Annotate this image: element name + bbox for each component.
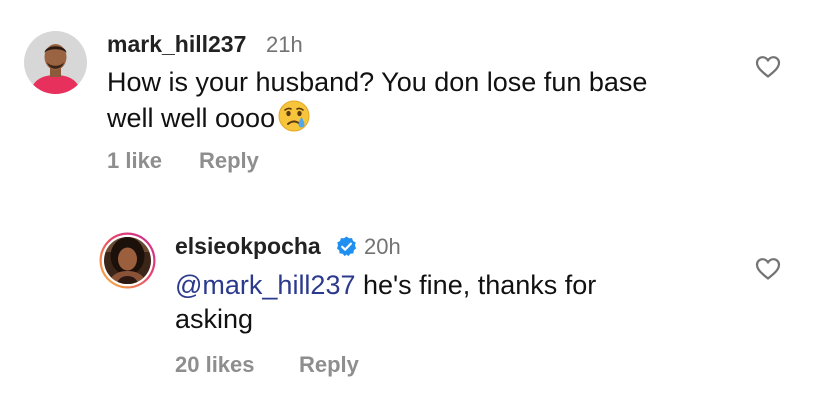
like-heart-icon[interactable] <box>755 257 781 286</box>
comment-text: @mark_hill237 he's fine, thanks for aski… <box>175 268 735 336</box>
verified-badge-icon <box>335 235 358 263</box>
comment-text: How is your husband? You don lose fun ba… <box>107 65 717 141</box>
reply-button[interactable]: Reply <box>199 148 259 174</box>
comment-timestamp: 21h <box>266 32 303 57</box>
avatar[interactable] <box>99 232 156 289</box>
comment-username[interactable]: mark_hill237 <box>107 31 246 58</box>
mention-link[interactable]: @mark_hill237 <box>175 270 355 300</box>
avatar-image <box>24 31 87 94</box>
comment-text-line2: well well oooo <box>107 103 276 133</box>
comment-text-line1: How is your husband? You don lose fun ba… <box>107 67 648 97</box>
comment-username[interactable]: elsieokpocha <box>175 233 321 260</box>
like-heart-icon[interactable] <box>755 55 781 84</box>
like-count[interactable]: 20 likes <box>175 352 255 378</box>
story-ring-avatar-image <box>99 232 156 289</box>
crying-face-icon <box>277 99 311 141</box>
like-count[interactable]: 1 like <box>107 148 162 174</box>
comment-text-line1: he's fine, thanks for <box>355 270 597 300</box>
reply-button[interactable]: Reply <box>299 352 359 378</box>
comment-text-line2: asking <box>175 304 254 334</box>
avatar[interactable] <box>24 31 87 94</box>
comment-timestamp: 20h <box>364 234 401 259</box>
